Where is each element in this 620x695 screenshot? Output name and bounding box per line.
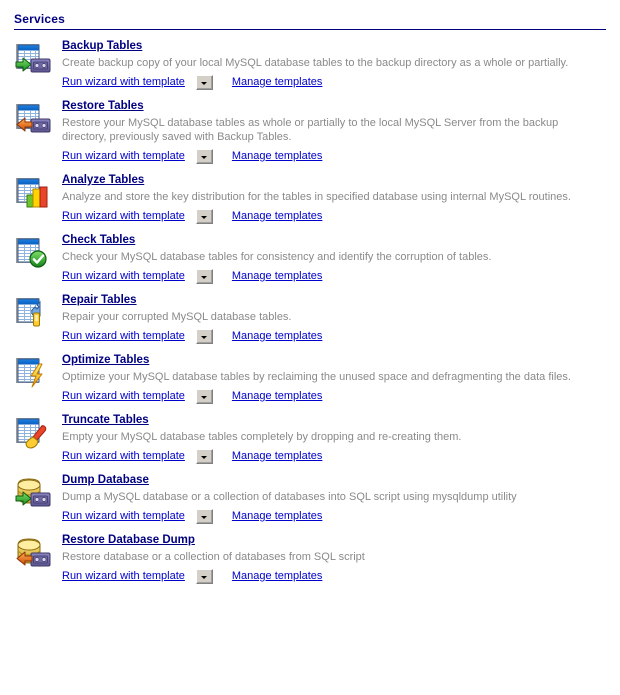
service-icon-cell: [14, 413, 62, 450]
service-item: Truncate Tables Empty your MySQL database…: [14, 413, 614, 464]
service-icon-cell: [14, 39, 62, 76]
service-actions: Run wizard with template Manage templates: [62, 389, 614, 404]
chevron-down-icon[interactable]: [195, 509, 213, 524]
run-wizard-with-template-link[interactable]: Run wizard with template: [62, 270, 185, 283]
manage-templates-link[interactable]: Manage templates: [232, 330, 323, 343]
table-check-icon: [16, 238, 47, 268]
service-actions: Run wizard with template Manage templates: [62, 509, 614, 524]
service-title-link[interactable]: Optimize Tables: [62, 353, 149, 367]
service-item: Check Tables Check your MySQL database ta…: [14, 233, 614, 284]
service-title-link[interactable]: Analyze Tables: [62, 173, 144, 187]
manage-templates-link[interactable]: Manage templates: [232, 150, 323, 163]
service-body: Restore Database Dump Restore database or…: [62, 533, 614, 584]
run-wizard-with-template-link[interactable]: Run wizard with template: [62, 510, 185, 523]
table-restore-from-tape-icon: [16, 104, 51, 133]
service-title-link[interactable]: Truncate Tables: [62, 413, 149, 427]
service-title-link[interactable]: Check Tables: [62, 233, 135, 247]
service-item: Analyze Tables Analyze and store the key …: [14, 173, 614, 224]
service-icon-cell: [14, 173, 62, 210]
service-description: Dump a MySQL database or a collection of…: [62, 491, 517, 503]
services-list: Backup Tables Create backup copy of your …: [0, 39, 620, 584]
service-body: Truncate Tables Empty your MySQL database…: [62, 413, 614, 464]
page-title: Services: [14, 12, 65, 26]
service-icon-cell: [14, 99, 62, 136]
table-broom-icon: [16, 418, 47, 449]
chevron-down-icon[interactable]: [195, 149, 213, 164]
service-body: Optimize Tables Optimize your MySQL datab…: [62, 353, 614, 404]
manage-templates-link[interactable]: Manage templates: [232, 270, 323, 283]
database-restore-from-tape-icon: [16, 538, 51, 567]
table-wrench-icon: [16, 298, 41, 327]
run-wizard-with-template-link[interactable]: Run wizard with template: [62, 210, 185, 223]
table-bar-chart-icon: [16, 178, 48, 208]
manage-templates-link[interactable]: Manage templates: [232, 390, 323, 403]
table-lightning-icon: [16, 358, 43, 388]
service-item: Repair Tables Repair your corrupted MySQL…: [14, 293, 614, 344]
manage-templates-link[interactable]: Manage templates: [232, 510, 323, 523]
chevron-down-icon[interactable]: [195, 75, 213, 90]
manage-templates-link[interactable]: Manage templates: [232, 210, 323, 223]
run-wizard-with-template-link[interactable]: Run wizard with template: [62, 76, 185, 89]
service-title-link[interactable]: Repair Tables: [62, 293, 137, 307]
service-title-link[interactable]: Dump Database: [62, 473, 149, 487]
service-item: Restore Tables Restore your MySQL databas…: [14, 99, 614, 164]
service-description: Repair your corrupted MySQL database tab…: [62, 311, 292, 323]
service-title-link[interactable]: Restore Database Dump: [62, 533, 195, 547]
service-body: Check Tables Check your MySQL database ta…: [62, 233, 614, 284]
service-body: Dump Database Dump a MySQL database or a …: [62, 473, 614, 524]
run-wizard-with-template-link[interactable]: Run wizard with template: [62, 450, 185, 463]
manage-templates-link[interactable]: Manage templates: [232, 450, 323, 463]
service-description: Empty your MySQL database tables complet…: [62, 431, 462, 443]
service-actions: Run wizard with template Manage templates: [62, 329, 614, 344]
title-divider: [14, 29, 606, 30]
service-title-link[interactable]: Backup Tables: [62, 39, 142, 53]
service-icon-cell: [14, 353, 62, 390]
service-body: Repair Tables Repair your corrupted MySQL…: [62, 293, 614, 344]
service-body: Analyze Tables Analyze and store the key …: [62, 173, 614, 224]
service-actions: Run wizard with template Manage templates: [62, 449, 614, 464]
service-description: Create backup copy of your local MySQL d…: [62, 57, 569, 69]
service-icon-cell: [14, 473, 62, 510]
service-description: Restore database or a collection of data…: [62, 551, 365, 563]
service-body: Restore Tables Restore your MySQL databas…: [62, 99, 614, 164]
service-description: Optimize your MySQL database tables by r…: [62, 371, 571, 383]
run-wizard-with-template-link[interactable]: Run wizard with template: [62, 150, 185, 163]
run-wizard-with-template-link[interactable]: Run wizard with template: [62, 390, 185, 403]
service-actions: Run wizard with template Manage templates: [62, 75, 614, 90]
run-wizard-with-template-link[interactable]: Run wizard with template: [62, 570, 185, 583]
service-actions: Run wizard with template Manage templates: [62, 209, 614, 224]
manage-templates-link[interactable]: Manage templates: [232, 570, 323, 583]
service-icon-cell: [14, 533, 62, 570]
chevron-down-icon[interactable]: [195, 269, 213, 284]
service-actions: Run wizard with template Manage templates: [62, 269, 614, 284]
service-item: Backup Tables Create backup copy of your …: [14, 39, 614, 90]
service-description: Check your MySQL database tables for con…: [62, 251, 492, 263]
chevron-down-icon[interactable]: [195, 329, 213, 344]
chevron-down-icon[interactable]: [195, 449, 213, 464]
service-icon-cell: [14, 293, 62, 330]
page-header: Services: [0, 0, 620, 30]
chevron-down-icon[interactable]: [195, 389, 213, 404]
database-dump-to-tape-icon: [15, 478, 51, 507]
service-body: Backup Tables Create backup copy of your …: [62, 39, 614, 90]
run-wizard-with-template-link[interactable]: Run wizard with template: [62, 330, 185, 343]
service-title-link[interactable]: Restore Tables: [62, 99, 144, 113]
manage-templates-link[interactable]: Manage templates: [232, 76, 323, 89]
table-backup-to-tape-icon: [15, 44, 51, 73]
chevron-down-icon[interactable]: [195, 209, 213, 224]
service-actions: Run wizard with template Manage templates: [62, 569, 614, 584]
service-item: Restore Database Dump Restore database or…: [14, 533, 614, 584]
service-icon-cell: [14, 233, 62, 270]
service-description: Restore your MySQL database tables as wh…: [62, 117, 559, 143]
service-actions: Run wizard with template Manage templates: [62, 149, 614, 164]
chevron-down-icon[interactable]: [195, 569, 213, 584]
service-item: Dump Database Dump a MySQL database or a …: [14, 473, 614, 524]
service-item: Optimize Tables Optimize your MySQL datab…: [14, 353, 614, 404]
service-description: Analyze and store the key distribution f…: [62, 191, 571, 203]
